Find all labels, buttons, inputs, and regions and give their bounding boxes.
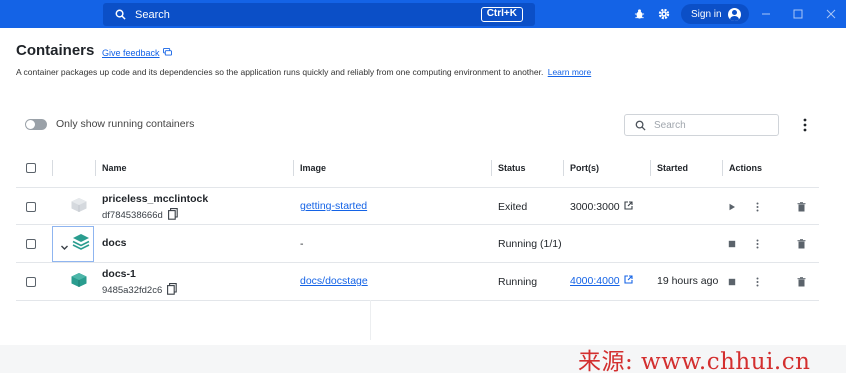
give-feedback-label: Give feedback: [102, 48, 160, 58]
row-checkbox[interactable]: [26, 202, 36, 212]
column-divider: [293, 160, 294, 176]
search-icon: [635, 120, 646, 131]
learn-more-link[interactable]: Learn more: [548, 67, 591, 77]
account-icon: [727, 7, 741, 21]
image-text: -: [300, 238, 304, 250]
minimize-icon[interactable]: [760, 8, 772, 20]
status-text: Running (1/1): [498, 238, 562, 250]
port-mapping: 4000:4000: [570, 275, 633, 287]
column-divider: [491, 160, 492, 176]
container-id: df784538666d: [102, 208, 178, 223]
image-link[interactable]: docs/docstage: [300, 275, 368, 287]
trash-icon[interactable]: [796, 277, 806, 287]
select-all-checkbox[interactable]: [26, 163, 36, 173]
global-search-placeholder: Search: [135, 8, 170, 21]
port-link[interactable]: 4000:4000: [570, 275, 620, 287]
sign-in-label: Sign in: [691, 8, 722, 20]
row-menu-icon[interactable]: [752, 202, 762, 212]
start-icon[interactable]: [727, 202, 737, 212]
page-description: A container packages up code and its dep…: [16, 67, 591, 77]
stop-icon[interactable]: [727, 277, 737, 287]
running-only-label: Only show running containers: [56, 118, 195, 130]
chat-icon: [162, 48, 172, 58]
column-divider: [95, 160, 96, 176]
give-feedback-link[interactable]: Give feedback: [102, 48, 172, 58]
header-name[interactable]: Name: [102, 163, 127, 173]
external-link-icon[interactable]: [624, 201, 633, 213]
status-text: Exited: [498, 201, 528, 213]
header-image[interactable]: Image: [300, 163, 326, 173]
container-id: 9485a32fd2c6: [102, 283, 177, 298]
image-link[interactable]: getting-started: [300, 200, 367, 212]
row-checkbox[interactable]: [26, 239, 36, 249]
chevron-down-icon[interactable]: [60, 239, 69, 257]
global-search[interactable]: Search Ctrl+K: [103, 3, 535, 26]
search-icon: [115, 8, 129, 22]
close-icon[interactable]: [825, 8, 837, 20]
row-divider: [16, 224, 819, 225]
column-divider: [52, 160, 53, 176]
trash-icon[interactable]: [796, 202, 806, 212]
copy-icon[interactable]: [167, 283, 177, 298]
more-options-icon[interactable]: [800, 117, 810, 133]
container-icon: [70, 272, 88, 293]
header-status[interactable]: Status: [498, 163, 526, 173]
description-text: A container packages up code and its dep…: [16, 67, 544, 77]
header-ports[interactable]: Port(s): [570, 163, 599, 173]
table-bottom-border: [16, 300, 819, 301]
container-name[interactable]: priceless_mcclintock: [102, 193, 208, 205]
container-id-text: df784538666d: [102, 210, 163, 221]
container-name[interactable]: docs: [102, 237, 127, 249]
header-started[interactable]: Started: [657, 163, 688, 173]
maximize-icon[interactable]: [792, 8, 804, 20]
copy-icon[interactable]: [167, 208, 178, 223]
port-mapping: 3000:3000: [570, 201, 633, 213]
column-divider: [650, 160, 651, 176]
running-only-toggle[interactable]: [25, 119, 47, 130]
column-divider: [563, 160, 564, 176]
external-link-icon[interactable]: [624, 275, 633, 287]
row-divider: [16, 187, 819, 188]
row-menu-icon[interactable]: [752, 277, 762, 287]
status-text: Running: [498, 276, 538, 288]
header-actions: Actions: [729, 163, 763, 173]
container-search-placeholder: Search: [654, 119, 686, 131]
container-search-input[interactable]: Search: [624, 114, 779, 136]
sign-in-button[interactable]: Sign in: [681, 4, 749, 24]
bug-icon[interactable]: [632, 7, 646, 21]
container-name[interactable]: docs-1: [102, 268, 136, 280]
stack-icon: [72, 233, 90, 255]
divider: [370, 300, 371, 340]
column-divider: [722, 160, 723, 176]
started-text: 19 hours ago: [657, 275, 719, 287]
page-title: Containers: [16, 42, 95, 59]
port-text: 3000:3000: [570, 201, 620, 213]
row-menu-icon[interactable]: [752, 239, 762, 249]
top-bar: Search Ctrl+K Sign in: [0, 0, 846, 28]
search-shortcut: Ctrl+K: [480, 7, 523, 22]
container-icon: [70, 197, 88, 218]
watermark-text: 来源: www.chhui.cn: [578, 349, 811, 375]
row-divider: [16, 262, 819, 263]
trash-icon[interactable]: [796, 239, 806, 249]
stop-icon[interactable]: [727, 239, 737, 249]
gear-icon[interactable]: [657, 7, 671, 21]
container-id-text: 9485a32fd2c6: [102, 285, 163, 296]
row-checkbox[interactable]: [26, 277, 36, 287]
